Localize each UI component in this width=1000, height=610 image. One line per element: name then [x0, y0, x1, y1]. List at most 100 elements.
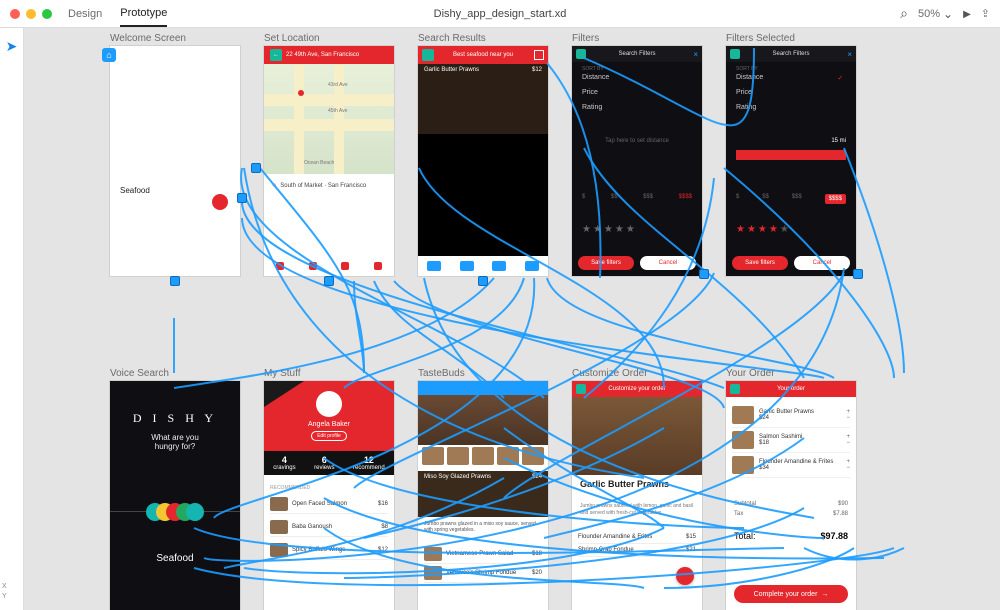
qty-stepper[interactable]	[846, 409, 850, 421]
sort-price[interactable]: Price	[736, 89, 763, 96]
feature-card[interactable]: Miso Soy Glazed Prawns $24	[418, 471, 548, 517]
link-node[interactable]	[853, 269, 863, 279]
list-item[interactable]: Vietnamese Prawn Salad$18	[424, 545, 542, 564]
artboard-label[interactable]: Your Order	[726, 368, 775, 379]
artboard-tastebuds[interactable]: Miso Soy Glazed Prawns $24 Jumbo prawns …	[418, 381, 548, 610]
price-1[interactable]: $	[736, 194, 739, 204]
link-node[interactable]	[324, 276, 334, 286]
artboard-search-results[interactable]: Best seafood near you Garlic Butter Praw…	[418, 46, 548, 276]
addon-row[interactable]: Shrimp Crab Fondue$21	[578, 544, 696, 557]
price-2[interactable]: $$	[762, 194, 769, 204]
prototype-canvas[interactable]: Welcome Screen Seafood Set Location ← 22…	[24, 28, 1000, 610]
price-4[interactable]: $$$$	[679, 194, 692, 200]
results-topbar: Best seafood near you	[418, 46, 548, 64]
artboard-label[interactable]: Customize Order	[572, 368, 648, 379]
price-filter-row: $ $$ $$$ $$$$	[736, 194, 846, 204]
order-item[interactable]: Salmon Sashimi$18	[732, 428, 850, 453]
artboard-label[interactable]: Set Location	[264, 33, 320, 44]
close-icon[interactable]: ×	[847, 50, 852, 59]
artboard-voice-search[interactable]: D I S H Y What are youhungry for? Seafoo…	[110, 381, 240, 610]
back-button[interactable]	[576, 384, 586, 394]
bottom-nav[interactable]	[418, 256, 548, 276]
qty-stepper[interactable]	[846, 434, 850, 446]
map-view[interactable]: 43rd Ave 45th Ave Ocean Beach	[264, 64, 394, 174]
list-item[interactable]: Open Faced Salmon$16	[270, 495, 388, 514]
play-preview-icon[interactable]	[963, 8, 971, 20]
artboard-your-order[interactable]: Your order Garlic Butter Prawns$24 Salmo…	[726, 381, 856, 610]
back-button[interactable]	[730, 49, 740, 59]
artboard-welcome[interactable]: Seafood	[110, 46, 240, 276]
avatar[interactable]	[316, 391, 342, 417]
price-3[interactable]: $$$	[643, 194, 653, 200]
list-item[interactable]: Spicy Buffalo Wings$12	[270, 541, 388, 560]
sort-rating[interactable]: Rating	[582, 104, 609, 111]
sort-distance[interactable]: Distance	[736, 74, 763, 81]
window-close-icon[interactable]	[10, 9, 20, 19]
price-3[interactable]: $$$	[792, 194, 802, 204]
sort-price[interactable]: Price	[582, 89, 609, 96]
filter-icon[interactable]	[534, 50, 544, 60]
price-4[interactable]: $$$$	[825, 194, 846, 204]
artboard-label[interactable]: TasteBuds	[418, 368, 465, 379]
artboard-label[interactable]: Search Results	[418, 33, 486, 44]
rating-stars[interactable]: ★★★★★	[582, 224, 637, 235]
price-1[interactable]: $	[582, 194, 585, 200]
sort-distance[interactable]: Distance	[582, 74, 609, 81]
save-filters-button[interactable]: Save filters	[578, 256, 634, 270]
link-node[interactable]	[699, 269, 709, 279]
back-button[interactable]	[422, 49, 434, 61]
tab-prototype[interactable]: Prototype	[120, 1, 167, 27]
sort-rating[interactable]: Rating	[736, 104, 763, 111]
thumb-strip[interactable]	[422, 447, 544, 465]
result-card[interactable]: Garlic Butter Prawns $12	[418, 64, 548, 134]
order-item[interactable]: Flounder Amandine & Frites$34	[732, 453, 850, 478]
addon-row[interactable]: Flounder Amandine & Frites$15	[578, 531, 696, 544]
order-item[interactable]: Garlic Butter Prawns$24	[732, 403, 850, 428]
zoom-control[interactable]: 50%	[918, 7, 953, 21]
chevron-down-icon[interactable]	[943, 7, 953, 21]
add-fab-button[interactable]	[676, 567, 694, 585]
list-item[interactable]: Veronica's Shrimp Fondue$20	[424, 564, 542, 583]
search-icon[interactable]	[900, 5, 908, 22]
link-node[interactable]	[237, 193, 247, 203]
select-tool-icon[interactable]: ➤	[6, 38, 18, 55]
location-row[interactable]: South of Market · San Francisco	[272, 182, 386, 189]
cancel-filters-button[interactable]: Cancel	[640, 256, 696, 270]
artboard-label[interactable]: Filters Selected	[726, 33, 795, 44]
artboard-label[interactable]: Filters	[572, 33, 599, 44]
complete-order-button[interactable]: Complete your order	[734, 585, 848, 603]
artboard-filters-selected[interactable]: Search Filters × SORT BY Distance Price …	[726, 46, 856, 276]
back-button[interactable]	[576, 49, 586, 59]
link-node[interactable]	[478, 276, 488, 286]
edit-profile-button[interactable]: Edit profile	[311, 431, 347, 441]
results-body	[418, 134, 548, 256]
artboard-set-location[interactable]: ← 22 49th Ave, San Francisco 43rd Ave 45…	[264, 46, 394, 276]
qty-stepper[interactable]	[846, 459, 850, 471]
distance-slider[interactable]	[736, 150, 846, 160]
artboard-customize-order[interactable]: Customize your order Garlic Butter Prawn…	[572, 381, 702, 610]
artboard-filters[interactable]: Search Filters × SORT BY Distance Price …	[572, 46, 702, 276]
share-icon[interactable]	[981, 7, 990, 20]
artboard-label[interactable]: Welcome Screen	[110, 33, 186, 44]
back-button[interactable]: ←	[270, 49, 282, 61]
price-2[interactable]: $$	[611, 194, 618, 200]
save-filters-button[interactable]: Save filters	[732, 256, 788, 270]
home-node-icon[interactable]	[102, 48, 116, 62]
close-icon[interactable]: ×	[693, 50, 698, 59]
tab-design[interactable]: Design	[68, 2, 102, 26]
record-button-icon[interactable]	[212, 194, 228, 210]
artboard-my-stuff[interactable]: Angela Baker Edit profile 4cravings 6rev…	[264, 381, 394, 610]
back-button[interactable]	[730, 384, 740, 394]
link-node[interactable]	[170, 276, 180, 286]
bottom-nav[interactable]	[264, 256, 394, 276]
link-node[interactable]	[251, 163, 261, 173]
feature-title: Miso Soy Glazed Prawns	[424, 474, 491, 480]
cancel-filters-button[interactable]: Cancel	[794, 256, 850, 270]
window-maximize-icon[interactable]	[42, 9, 52, 19]
rating-stars[interactable]: ★★★★★	[736, 224, 791, 235]
artboard-label[interactable]: Voice Search	[110, 368, 169, 379]
window-minimize-icon[interactable]	[26, 9, 36, 19]
list-item[interactable]: Baba Ganoush$8	[270, 518, 388, 537]
artboard-label[interactable]: My Stuff	[264, 368, 301, 379]
order-items: Garlic Butter Prawns$24 Salmon Sashimi$1…	[732, 403, 850, 478]
